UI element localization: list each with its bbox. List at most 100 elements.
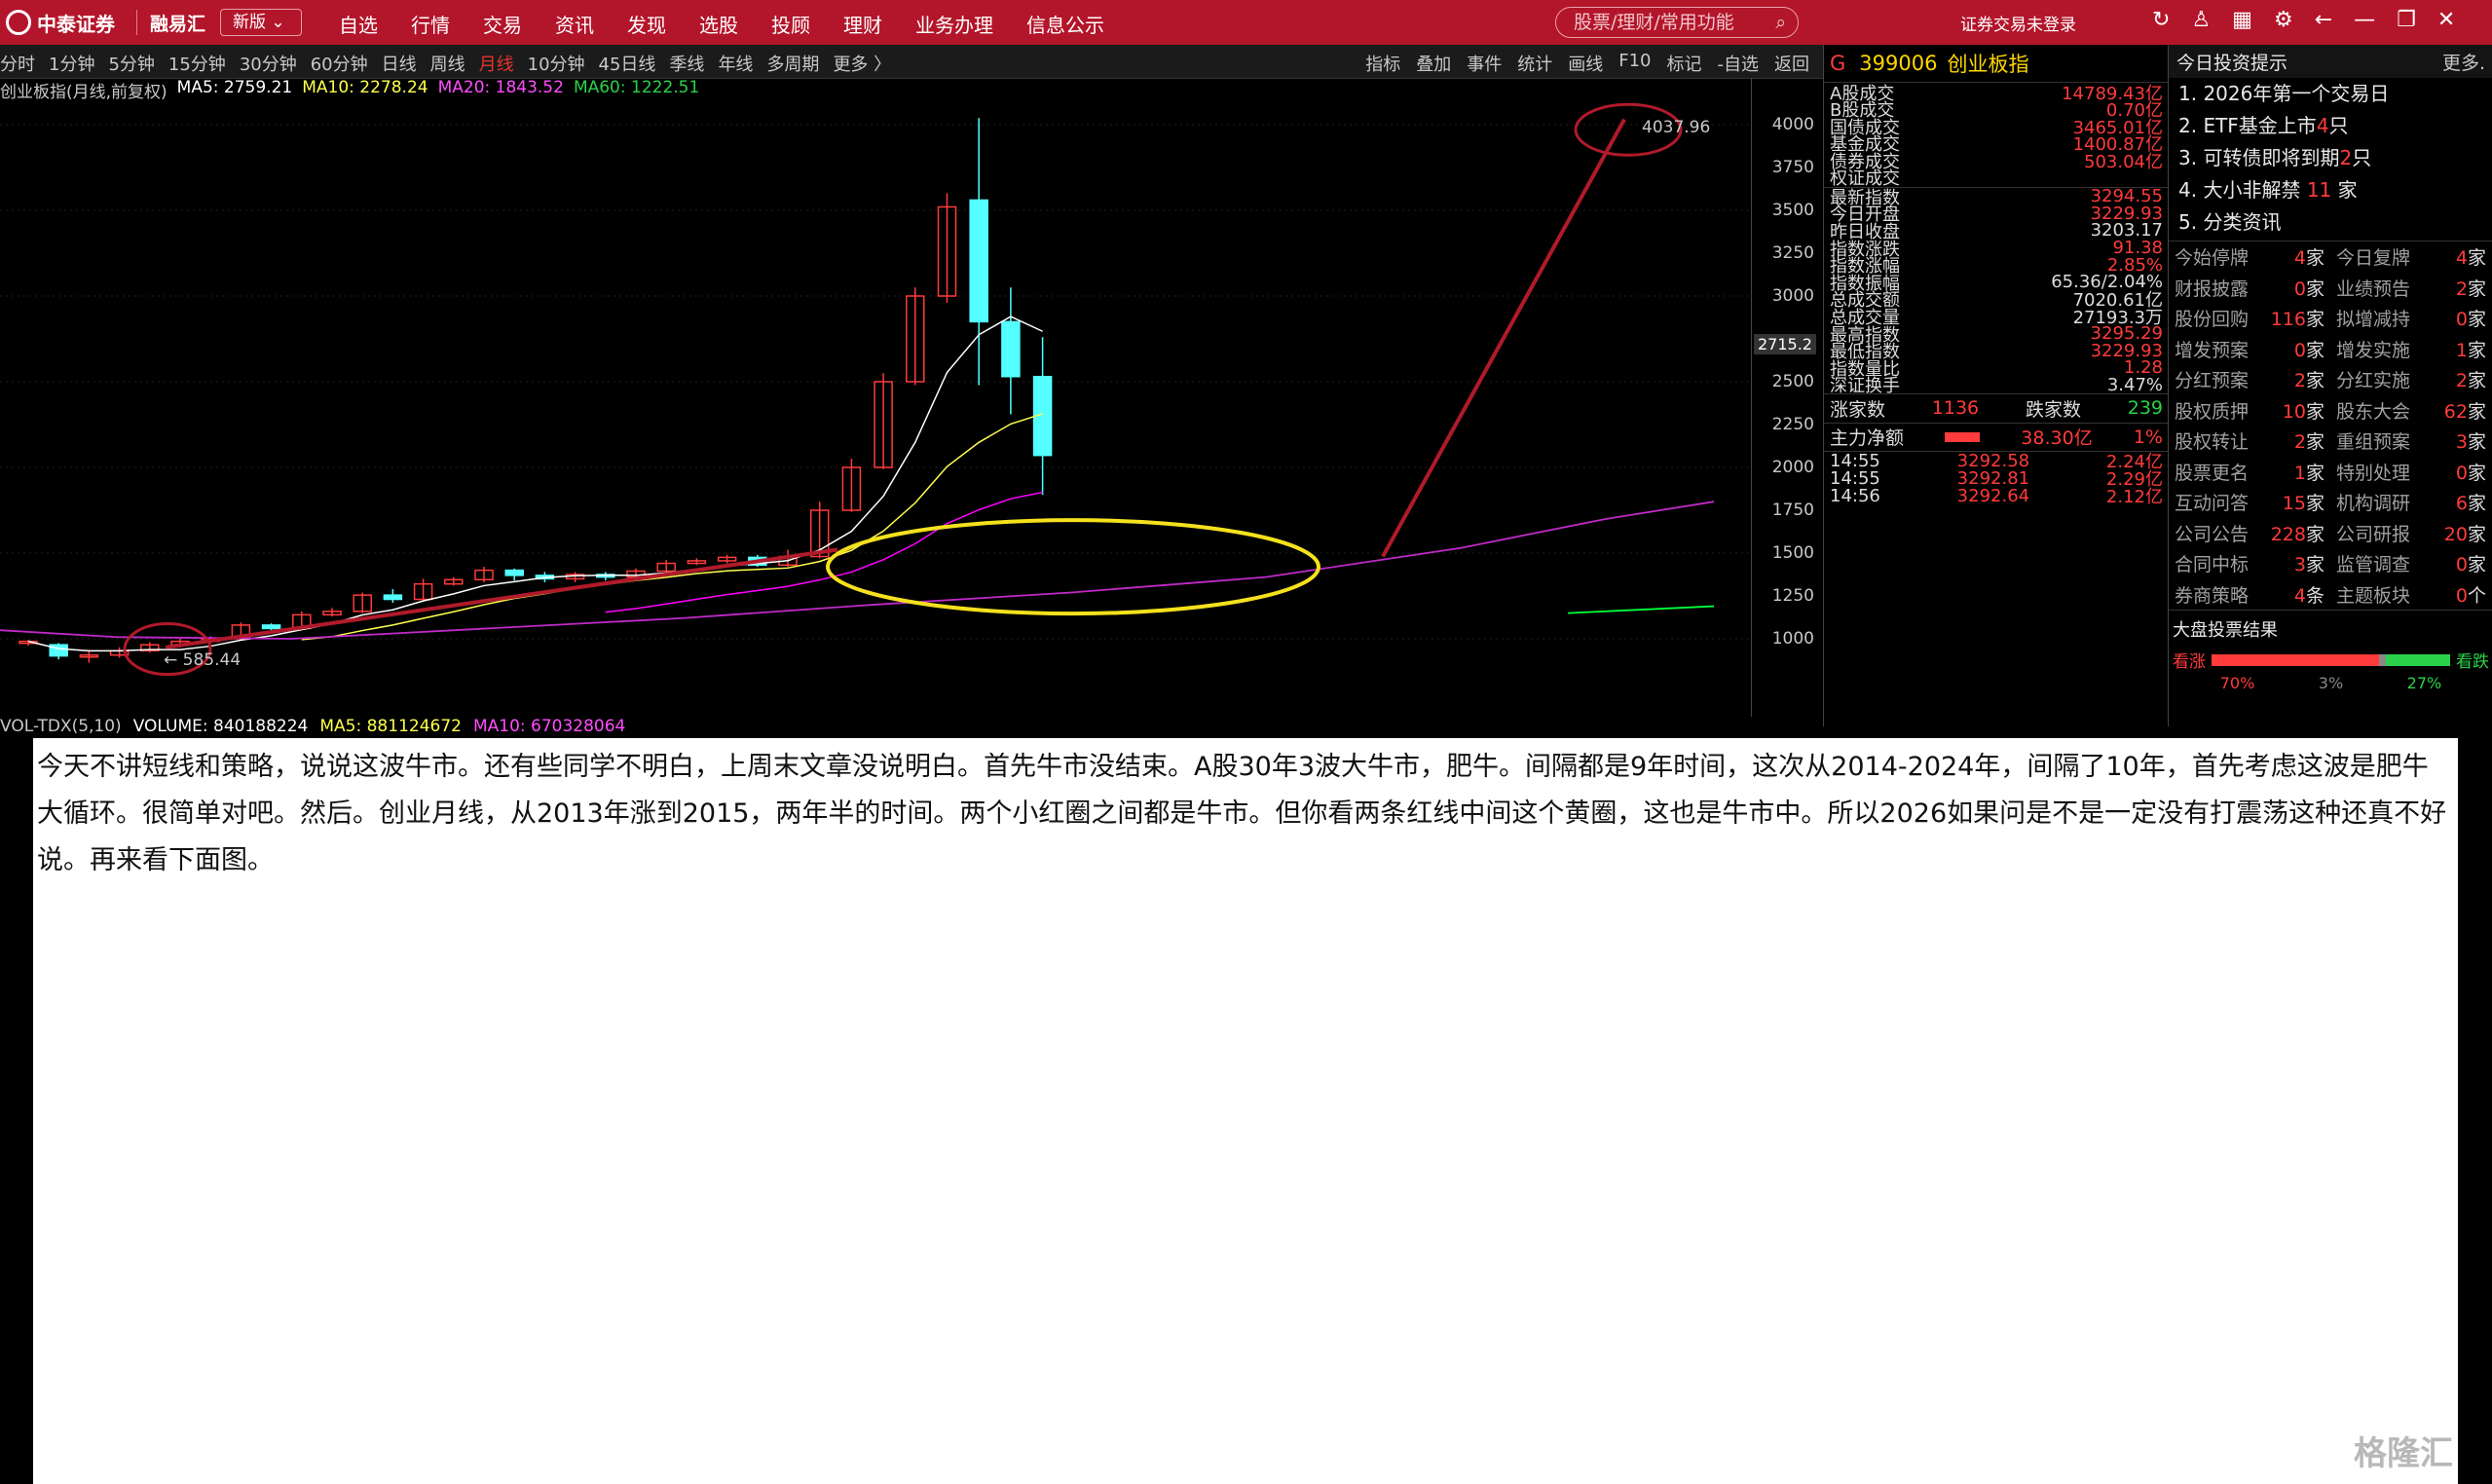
minimize-icon[interactable]: — [2354, 8, 2375, 32]
event-cell[interactable]: 增发预案 0家 [2169, 336, 2330, 362]
grid-icon[interactable]: ▦ [2232, 8, 2252, 32]
event-label: 财报披露 [2175, 278, 2250, 300]
event-cell[interactable]: 增发实施 1家 [2330, 336, 2492, 362]
period-tab[interactable]: 周线 [430, 51, 465, 76]
period-tab[interactable]: 分时 [0, 51, 35, 76]
event-cell[interactable]: 股东大会 62家 [2330, 397, 2492, 424]
chart-tool-button[interactable]: 指标 [1365, 51, 1400, 76]
search-icon[interactable]: ⌕ [1775, 8, 1786, 37]
settings-icon[interactable]: ⚙ [2274, 8, 2293, 32]
event-cell[interactable]: 股份回购 116家 [2169, 305, 2330, 331]
tip-item[interactable]: 1. 2026年第一个交易日 [2169, 78, 2492, 110]
period-tab[interactable]: 多周期 [766, 51, 819, 76]
event-label: 分红实施 [2336, 370, 2411, 392]
period-tab[interactable]: 45日线 [599, 51, 656, 76]
period-tab[interactable]: 更多 〉 [833, 51, 891, 76]
period-tab[interactable]: 15分钟 [168, 51, 226, 76]
event-cell[interactable]: 股票更名 1家 [2169, 459, 2330, 485]
tips-more-link[interactable]: 更多. [2442, 49, 2485, 75]
menu-item[interactable]: 交易 [483, 10, 522, 38]
menu-item[interactable]: 自选 [339, 10, 378, 38]
menu-item[interactable]: 业务办理 [915, 10, 993, 38]
menu-item[interactable]: 发现 [627, 10, 666, 38]
event-cell[interactable]: 今日复牌 4家 [2330, 243, 2492, 270]
event-unit: 家 [2305, 554, 2325, 576]
menu-item[interactable]: 理财 [843, 10, 882, 38]
candle-body [383, 594, 403, 601]
event-unit: 家 [2305, 339, 2325, 361]
event-unit: 家 [2305, 462, 2325, 484]
event-cell[interactable]: 股权转让 2家 [2169, 427, 2330, 454]
event-unit: 家 [2305, 523, 2325, 545]
event-cell[interactable]: 财报披露 0家 [2169, 275, 2330, 301]
tip-count: 11 [2306, 178, 2332, 202]
vol-indicator[interactable]: VOL-TDX(5,10) [0, 717, 122, 738]
tip-item[interactable]: 4. 大小非解禁 11 家 [2169, 174, 2492, 206]
event-cell[interactable]: 特别处理 0家 [2330, 459, 2492, 485]
menu-item[interactable]: 行情 [411, 10, 450, 38]
index-name: 创业板指 [1947, 53, 2029, 76]
period-tab[interactable]: 30分钟 [240, 51, 297, 76]
down-label: 跌家数 [2025, 398, 2081, 421]
back-icon[interactable]: ← [2315, 8, 2332, 32]
menu-item[interactable]: 信息公示 [1026, 10, 1104, 38]
period-tab[interactable]: 日线 [382, 51, 417, 76]
restore-icon[interactable]: ❐ [2397, 8, 2416, 32]
event-cell[interactable]: 分红实施 2家 [2330, 366, 2492, 392]
period-tab[interactable]: 1分钟 [49, 51, 94, 76]
event-cell[interactable]: 重组预案 3家 [2330, 427, 2492, 454]
event-cell[interactable]: 今始停牌 4家 [2169, 243, 2330, 270]
skin-icon[interactable]: ♙ [2191, 8, 2211, 32]
refresh-icon[interactable]: ↻ [2152, 8, 2170, 32]
chart-tool-button[interactable]: 画线 [1568, 51, 1603, 76]
period-tab[interactable]: 60分钟 [311, 51, 368, 76]
tip-item[interactable]: 3. 可转债即将到期2只 [2169, 142, 2492, 174]
chart-tool-button[interactable]: 事件 [1467, 51, 1502, 76]
period-tab[interactable]: 季线 [669, 51, 704, 76]
event-num: 0 [2293, 278, 2306, 300]
tip-num: 4. [2178, 178, 2204, 202]
period-tab[interactable]: 5分钟 [108, 51, 154, 76]
menu-item[interactable]: 选股 [699, 10, 738, 38]
flow-value: 38.30亿 [2021, 427, 2093, 450]
close-icon[interactable]: ✕ [2437, 8, 2455, 32]
event-cell[interactable]: 券商策略 4条 [2169, 581, 2330, 608]
tip-item[interactable]: 2. ETF基金上市4只 [2169, 110, 2492, 142]
menu-item[interactable]: 投顾 [771, 10, 810, 38]
event-cell[interactable]: 公司研报 20家 [2330, 520, 2492, 546]
version-select[interactable]: 新版 ⌄ [220, 9, 302, 36]
chart-tool-button[interactable]: F10 [1618, 51, 1651, 76]
menu-item[interactable]: 资讯 [555, 10, 594, 38]
period-tab[interactable]: 月线 [479, 51, 514, 76]
event-num: 1 [2455, 339, 2468, 361]
chart-tool-button[interactable]: 标记 [1667, 51, 1702, 76]
tip-item[interactable]: 5. 分类资讯 [2169, 206, 2492, 239]
event-cell[interactable]: 分红预案 2家 [2169, 366, 2330, 392]
event-cell[interactable]: 合同中标 3家 [2169, 550, 2330, 576]
event-num: 10 [2282, 400, 2306, 423]
event-cell[interactable]: 互动问答 15家 [2169, 489, 2330, 515]
event-unit: 家 [2467, 523, 2486, 545]
period-tab[interactable]: 年线 [718, 51, 753, 76]
chart-tool-button[interactable]: 叠加 [1416, 51, 1451, 76]
vote-bar[interactable]: 看涨 看跌 [2169, 648, 2492, 672]
event-row: 合同中标 3家 监管调查 0家 [2169, 548, 2492, 579]
chart-tool-button[interactable]: 返回 [1774, 51, 1809, 76]
chart-tool-button[interactable]: -自选 [1718, 51, 1760, 76]
event-cell[interactable]: 主题板块 0个 [2330, 581, 2492, 608]
event-cell[interactable]: 业绩预告 2家 [2330, 275, 2492, 301]
event-cell[interactable]: 股权质押 10家 [2169, 397, 2330, 424]
event-cell[interactable]: 机构调研 6家 [2330, 489, 2492, 515]
event-cell[interactable]: 公司公告 228家 [2169, 520, 2330, 546]
event-label: 增发预案 [2175, 339, 2250, 361]
event-cell[interactable]: 拟增减持 0家 [2330, 305, 2492, 331]
chart-tool-button[interactable]: 统计 [1517, 51, 1552, 76]
period-tab[interactable]: 10分钟 [528, 51, 585, 76]
tips-title: 今日投资提示 [2176, 52, 2288, 74]
vote-percents: 70% 3% 27% [2169, 672, 2492, 694]
search-input[interactable]: 股票/理财/常用功能 ⌕ [1555, 7, 1799, 38]
candlestick-chart[interactable]: 4037.96 ← 585.44 [0, 78, 1751, 717]
volume-legend: VOL-TDX(5,10) VOLUME: 840188224 MA5: 881… [0, 717, 625, 738]
event-cell[interactable]: 监管调查 0家 [2330, 550, 2492, 576]
login-status[interactable]: 证券交易未登录 [1960, 11, 2076, 35]
